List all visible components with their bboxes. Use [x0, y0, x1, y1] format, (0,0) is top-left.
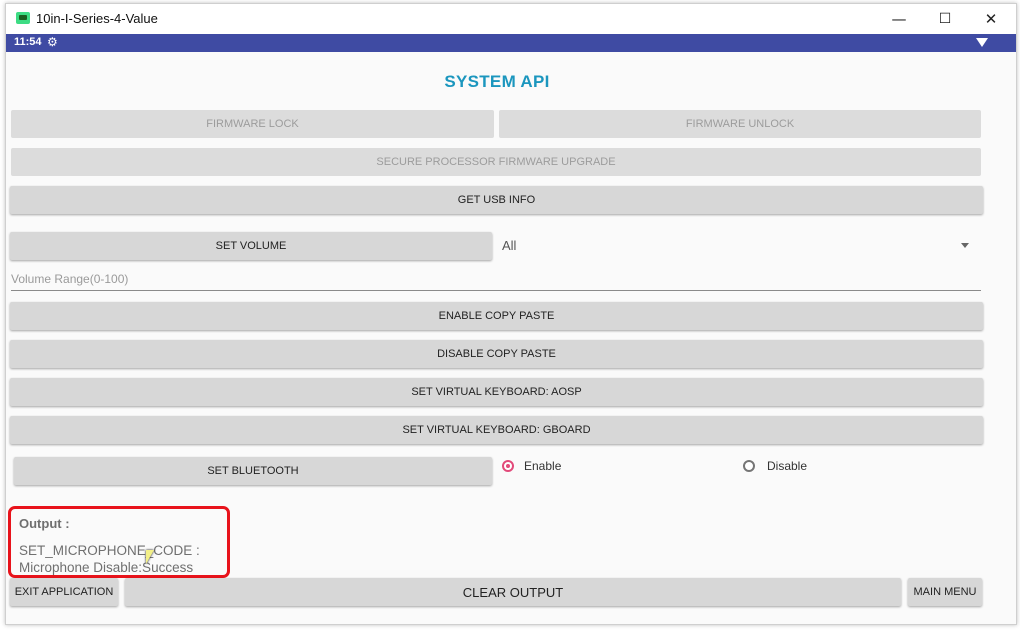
secure-processor-upgrade-button[interactable]: SECURE PROCESSOR FIRMWARE UPGRADE — [11, 148, 981, 176]
get-usb-info-button[interactable]: GET USB INFO — [10, 186, 983, 214]
maximize-button[interactable]: ☐ — [922, 4, 968, 34]
minimize-button[interactable]: — — [876, 4, 922, 34]
android-status-bar: 11:54 ⚙ — [6, 34, 1016, 52]
page-title: SYSTEM API — [444, 72, 550, 91]
firmware-unlock-button[interactable]: FIRMWARE UNLOCK — [499, 110, 981, 138]
set-bluetooth-button[interactable]: SET BLUETOOTH — [14, 457, 492, 485]
title-bar: 10in-I-Series-4-Value — ☐ ✕ — [6, 4, 1016, 34]
clear-output-button[interactable]: CLEAR OUTPUT — [125, 578, 901, 606]
gear-icon: ⚙ — [47, 35, 58, 49]
firmware-lock-button[interactable]: FIRMWARE LOCK — [11, 110, 494, 138]
disable-copy-paste-button[interactable]: DISABLE COPY PASTE — [10, 340, 983, 368]
close-button[interactable]: ✕ — [968, 4, 1014, 34]
main-menu-button[interactable]: MAIN MENU — [908, 578, 982, 606]
set-volume-button[interactable]: SET VOLUME — [10, 232, 492, 260]
set-keyboard-gboard-button[interactable]: SET VIRTUAL KEYBOARD: GBOARD — [10, 416, 983, 444]
output-label: Output : — [19, 516, 70, 531]
wifi-icon — [976, 38, 988, 47]
bluetooth-disable-radio[interactable] — [743, 460, 755, 472]
volume-range-input[interactable] — [11, 268, 981, 291]
app-content: SYSTEM API FIRMWARE LOCK FIRMWARE UNLOCK… — [6, 52, 1016, 624]
status-time: 11:54 — [14, 36, 42, 48]
bluetooth-disable-label[interactable]: Disable — [767, 459, 807, 473]
output-text: SET_MICROPHONE_CODE : Microphone Disable… — [19, 543, 200, 575]
dropdown-arrow-icon[interactable] — [961, 243, 969, 248]
android-app-icon — [16, 12, 30, 24]
window-title: 10in-I-Series-4-Value — [36, 11, 158, 26]
app-window: 10in-I-Series-4-Value — ☐ ✕ 11:54 ⚙ SYST… — [5, 3, 1017, 625]
bluetooth-enable-label[interactable]: Enable — [524, 459, 561, 473]
bluetooth-enable-radio[interactable] — [502, 460, 514, 472]
volume-stream-dropdown[interactable]: All — [502, 238, 516, 253]
output-panel: Output : SET_MICROPHONE_CODE : Microphon… — [8, 506, 230, 578]
exit-application-button[interactable]: EXIT APPLICATION — [10, 578, 118, 606]
set-keyboard-aosp-button[interactable]: SET VIRTUAL KEYBOARD: AOSP — [10, 378, 983, 406]
enable-copy-paste-button[interactable]: ENABLE COPY PASTE — [10, 302, 983, 330]
